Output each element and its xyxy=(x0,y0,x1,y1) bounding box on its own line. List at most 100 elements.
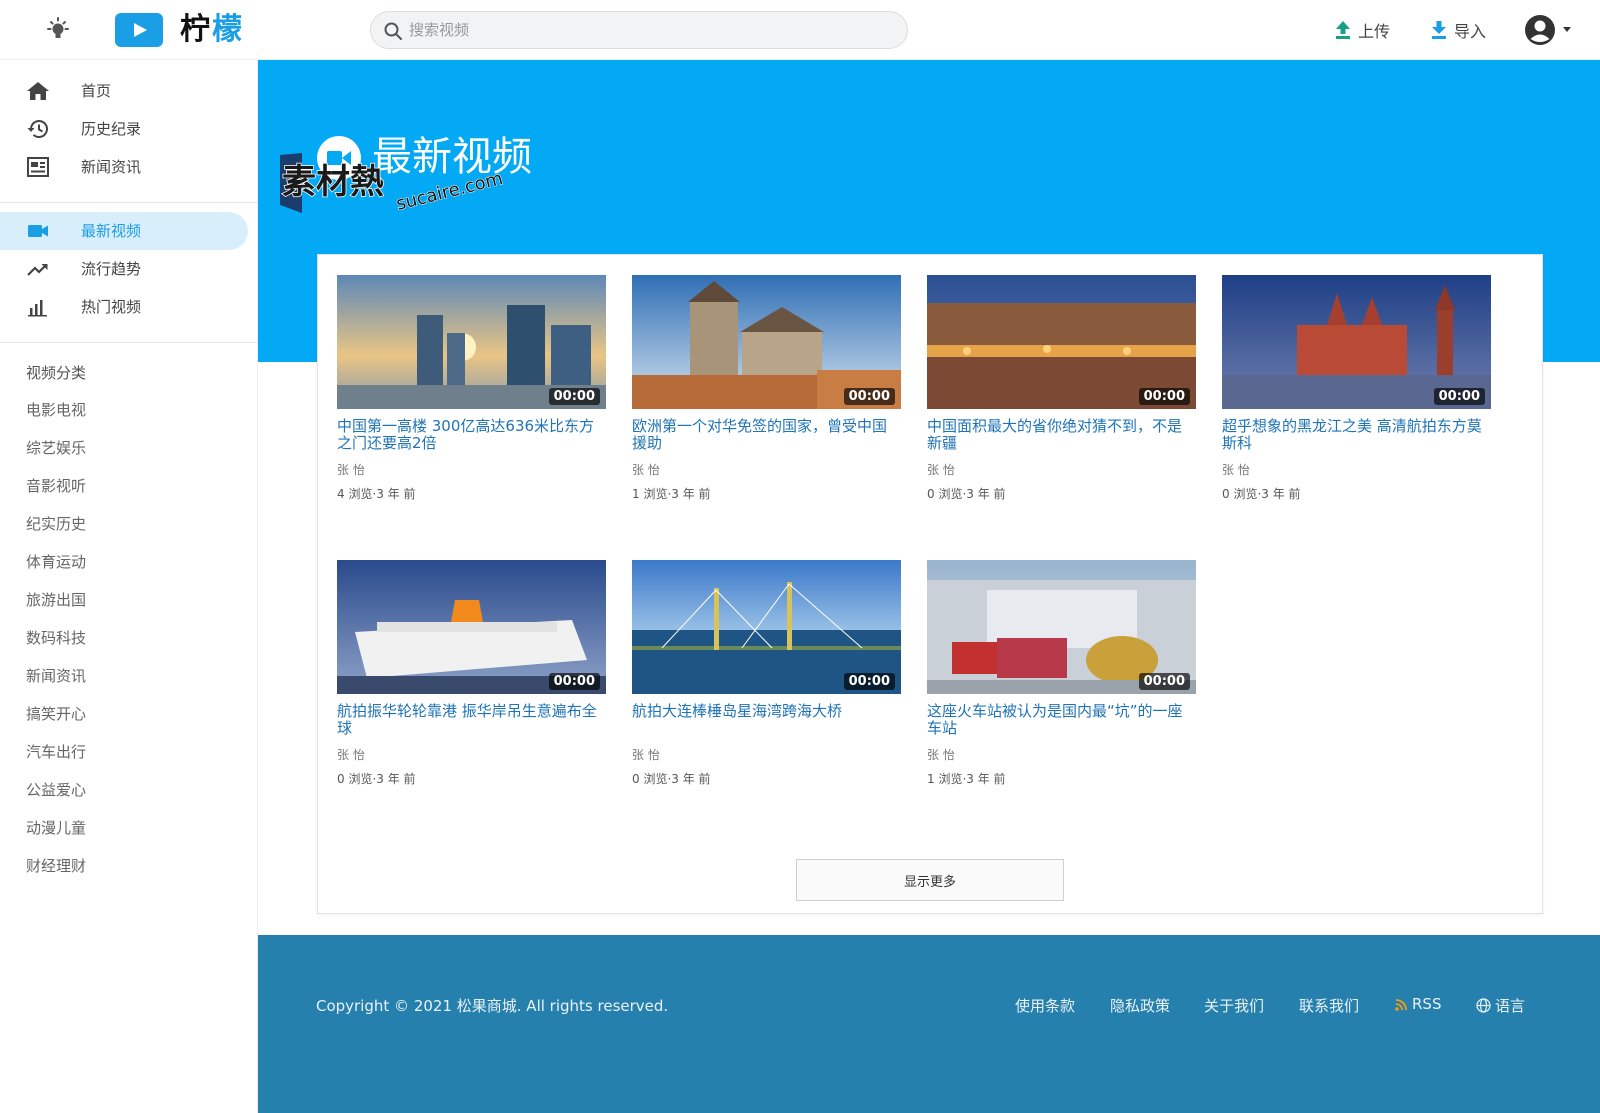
video-title-link[interactable]: 这座火车站被认为是国内最“坑”的一座车站 xyxy=(927,703,1196,737)
category-item[interactable]: 纪实历史 xyxy=(26,513,86,534)
rss-label: RSS xyxy=(1412,995,1442,1013)
video-card[interactable]: 00:00 这座火车站被认为是国内最“坑”的一座车站张 怡 1 浏览·3 年 前 xyxy=(927,560,1196,787)
video-card[interactable]: 00:00 航拍振华轮轮靠港 振华岸吊生意遍布全球张 怡 0 浏览·3 年 前 xyxy=(337,560,606,787)
upload-age: 3 年 前 xyxy=(671,487,711,501)
history-icon xyxy=(27,120,48,138)
sidebar: 首页 历史纪录 新闻资讯 最新视频 流行趋势 热门视频 视频分类 电影电视 综艺… xyxy=(0,60,258,1113)
upload-age: 3 年 前 xyxy=(376,772,416,786)
video-duration: 00:00 xyxy=(1433,388,1485,405)
upload-button[interactable]: 上传 xyxy=(1334,16,1390,44)
footer-link-rss[interactable]: RSS xyxy=(1395,995,1441,1013)
video-author[interactable]: 张 怡 xyxy=(927,746,1196,763)
category-item[interactable]: 搞笑开心 xyxy=(26,703,86,724)
video-meta: 1 浏览·3 年 前 xyxy=(632,485,901,502)
watermark-en: sucaire.com xyxy=(394,168,505,213)
footer-link-terms[interactable]: 使用条款 xyxy=(1015,995,1075,1016)
video-card[interactable]: 00:00 欧洲第一个对华免签的国家，曾受中国援助张 怡 1 浏览·3 年 前 xyxy=(632,275,901,502)
language-label: 语言 xyxy=(1495,997,1526,1015)
video-author[interactable]: 张 怡 xyxy=(927,461,1196,478)
video-meta: 0 浏览·3 年 前 xyxy=(337,770,606,787)
video-author[interactable]: 张 怡 xyxy=(632,461,901,478)
footer-link-about[interactable]: 关于我们 xyxy=(1204,995,1264,1016)
show-more-button[interactable]: 显示更多 xyxy=(796,859,1064,901)
video-author[interactable]: 张 怡 xyxy=(337,461,606,478)
sidebar-item-label: 热门视频 xyxy=(81,298,142,316)
logo-text-part1: 柠 xyxy=(180,12,212,47)
video-thumbnail[interactable]: 00:00 xyxy=(337,560,606,694)
category-item[interactable]: 汽车出行 xyxy=(26,741,86,762)
view-count: 0 浏览 xyxy=(337,772,373,786)
video-title-link[interactable]: 中国面积最大的省你绝对猜不到，不是新疆 xyxy=(927,418,1196,452)
footer-link-contact[interactable]: 联系我们 xyxy=(1299,995,1359,1016)
video-author[interactable]: 张 怡 xyxy=(337,746,606,763)
category-item[interactable]: 数码科技 xyxy=(26,627,86,648)
sidebar-item-popular[interactable]: 热门视频 xyxy=(0,288,248,326)
video-thumbnail[interactable]: 00:00 xyxy=(632,275,901,409)
video-duration: 00:00 xyxy=(548,388,600,405)
sidebar-item-label: 流行趋势 xyxy=(81,260,142,278)
download-icon xyxy=(1432,21,1446,39)
video-grid-panel: 00:00 中国第一高楼 300亿高达636米比东方之门还要高2倍张 怡 4 浏览·… xyxy=(317,254,1543,914)
watermark-logo: 素材熱 sucaire.com xyxy=(280,153,505,213)
video-title-link[interactable]: 航拍振华轮轮靠港 振华岸吊生意遍布全球 xyxy=(337,703,606,737)
language-selector[interactable]: 语言 xyxy=(1476,995,1525,1016)
video-card[interactable]: 00:00 超乎想象的黑龙江之美 高清航拍东方莫斯科张 怡 0 浏览·3 年 前 xyxy=(1222,275,1491,502)
category-item[interactable]: 公益爱心 xyxy=(26,779,86,800)
video-meta: 4 浏览·3 年 前 xyxy=(337,485,606,502)
search-bar xyxy=(370,11,908,49)
logo-text-part2: 檬 xyxy=(212,12,244,47)
sidebar-item-label: 首页 xyxy=(81,82,112,100)
chevron-down-icon[interactable] xyxy=(1563,27,1571,32)
video-title-link[interactable]: 超乎想象的黑龙江之美 高清航拍东方莫斯科 xyxy=(1222,418,1491,452)
upload-age: 3 年 前 xyxy=(1261,487,1301,501)
category-item[interactable]: 音影视听 xyxy=(26,475,86,496)
video-camera-icon xyxy=(28,225,48,237)
video-thumbnail[interactable]: 00:00 xyxy=(927,560,1196,694)
sidebar-item-news[interactable]: 新闻资讯 xyxy=(0,148,248,186)
category-item[interactable]: 财经理财 xyxy=(26,855,86,876)
footer-link-privacy[interactable]: 隐私政策 xyxy=(1110,995,1170,1016)
upload-label: 上传 xyxy=(1358,22,1391,41)
lightbulb-icon[interactable] xyxy=(44,16,72,44)
logo-play-icon[interactable] xyxy=(115,13,163,47)
sidebar-divider xyxy=(0,342,258,343)
sidebar-item-trending[interactable]: 流行趋势 xyxy=(0,250,248,288)
video-meta: 1 浏览·3 年 前 xyxy=(927,770,1196,787)
video-title-link[interactable]: 中国第一高楼 300亿高达636米比东方之门还要高2倍 xyxy=(337,418,606,452)
video-card[interactable]: 00:00 航拍大连棒棰岛星海湾跨海大桥张 怡 0 浏览·3 年 前 xyxy=(632,560,901,787)
video-thumbnail[interactable]: 00:00 xyxy=(337,275,606,409)
sidebar-item-history[interactable]: 历史纪录 xyxy=(0,110,248,148)
video-thumbnail[interactable]: 00:00 xyxy=(632,560,901,694)
video-thumbnail[interactable]: 00:00 xyxy=(927,275,1196,409)
rss-icon xyxy=(1395,998,1407,1011)
search-input[interactable] xyxy=(409,12,889,48)
category-item[interactable]: 综艺娱乐 xyxy=(26,437,86,458)
category-item[interactable]: 电影电视 xyxy=(26,399,86,420)
video-title-link[interactable]: 欧洲第一个对华免签的国家，曾受中国援助 xyxy=(632,418,901,452)
import-label: 导入 xyxy=(1454,22,1487,41)
upload-age: 3 年 前 xyxy=(671,772,711,786)
sidebar-item-latest-videos[interactable]: 最新视频 xyxy=(0,212,248,250)
sidebar-item-home[interactable]: 首页 xyxy=(0,72,248,110)
video-author[interactable]: 张 怡 xyxy=(632,746,901,763)
video-card[interactable]: 00:00 中国面积最大的省你绝对猜不到，不是新疆张 怡 0 浏览·3 年 前 xyxy=(927,275,1196,502)
view-count: 0 浏览 xyxy=(1222,487,1258,501)
user-avatar-icon[interactable] xyxy=(1524,14,1556,46)
video-author[interactable]: 张 怡 xyxy=(1222,461,1491,478)
search-icon[interactable] xyxy=(383,21,403,41)
video-card[interactable]: 00:00 中国第一高楼 300亿高达636米比东方之门还要高2倍张 怡 4 浏览·… xyxy=(337,275,606,502)
category-item[interactable]: 体育运动 xyxy=(26,551,86,572)
site-logo[interactable]: 柠檬 xyxy=(180,10,244,50)
category-item[interactable]: 旅游出国 xyxy=(26,589,86,610)
category-item[interactable]: 动漫儿童 xyxy=(26,817,86,838)
video-meta: 0 浏览·3 年 前 xyxy=(632,770,901,787)
view-count: 1 浏览 xyxy=(632,487,668,501)
video-duration: 00:00 xyxy=(843,673,895,690)
import-button[interactable]: 导入 xyxy=(1430,16,1486,44)
video-title-link[interactable]: 航拍大连棒棰岛星海湾跨海大桥 xyxy=(632,703,901,737)
video-thumbnail[interactable]: 00:00 xyxy=(1222,275,1491,409)
category-item[interactable]: 新闻资讯 xyxy=(26,665,86,686)
footer: Copyright © 2021 松果商城. All rights reserv… xyxy=(258,935,1600,1113)
view-count: 0 浏览 xyxy=(632,772,668,786)
categories-heading: 视频分类 xyxy=(26,364,87,382)
